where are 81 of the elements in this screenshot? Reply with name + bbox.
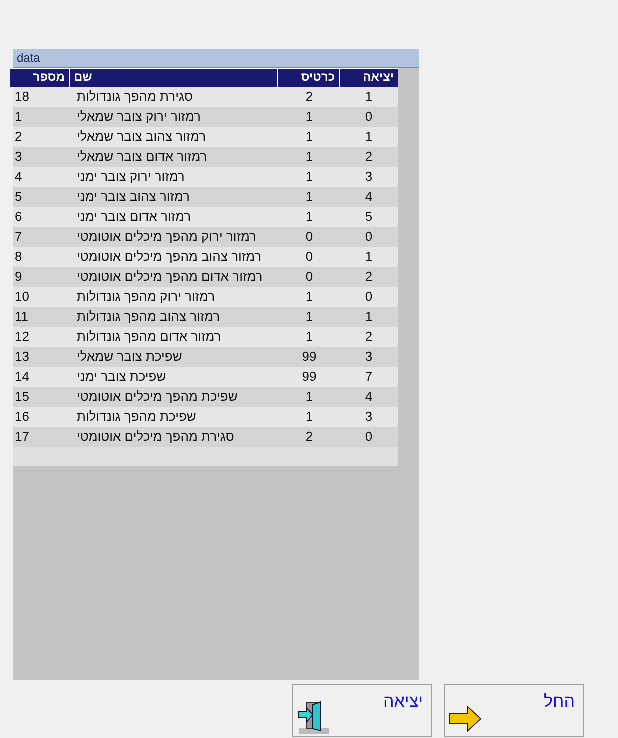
table-cell: שפיכת מהפך גונדולות [77,409,196,424]
table-cell: 4 [15,169,22,184]
table-cell: 0 [365,289,373,304]
table-cell: 10 [15,289,30,304]
table-cell: 3 [365,409,373,424]
table-cell: 1 [15,109,22,124]
table-cell: 1 [365,249,373,264]
table-cell: 3 [365,169,373,184]
table-cell: 1 [306,329,314,344]
table-cell: 1 [306,149,314,164]
table-cell: 2 [365,269,373,284]
table-cell: רמזור אדום צובר ימני [77,209,192,224]
table-cell: רמזור ירוק צובר שמאלי [77,109,201,124]
table-cell: 1 [306,389,314,404]
table-cell: 5 [15,189,22,204]
table-cell: 2 [15,129,22,144]
table-cell: 2 [306,429,314,444]
table-cell: 99 [302,349,317,364]
column-header[interactable]: מספר [10,69,69,87]
table-cell: רמזור אדום מהפך מיכלים אוטומטי [77,269,263,284]
table-cell: רמזור ירוק צובר ימני [77,169,185,184]
table-cell: רמזור צהוב צובר ימני [77,189,190,204]
table-cell: 6 [15,209,22,224]
table-cell: סגירת מהפך מיכלים אוטומטי [77,429,234,444]
table-cell: שפיכת צובר שמאלי [77,349,182,364]
table-cell: רמזור צהוב מהפך מיכלים אוטומטי [77,249,262,264]
table-cell: 12 [15,329,30,344]
table-cell: 3 [15,149,22,164]
table-cell: 1 [306,409,314,424]
panel-title: data [17,50,40,67]
table-cell: 18 [15,89,30,104]
table-cell: שפיכת צובר ימני [77,369,166,384]
table-cell: 1 [306,309,314,324]
exit-button[interactable]: יציאה [292,684,432,737]
table-cell: רמזור צהוב צובר שמאלי [77,129,206,144]
table-cell: 1 [365,129,373,144]
table-cell: 1 [306,289,314,304]
table-cell: רמזור ירוק מהפך מיכלים אוטומטי [77,229,256,244]
table-cell: 16 [15,409,30,424]
table-cell: 1 [306,209,314,224]
table-cell: 99 [302,369,317,384]
table-cell: 2 [365,149,373,164]
table-cell: 1 [365,309,373,324]
table-cell: 0 [306,229,314,244]
apply-button[interactable]: החל [444,684,584,737]
table-cell: 3 [365,349,373,364]
table-cell: 4 [365,189,373,204]
table-cell: 14 [15,369,30,384]
table-cell: 2 [306,89,314,104]
table-cell: 9 [15,269,22,284]
table-cell: סגירת מהפך גונדולות [77,89,193,104]
table-cell: 1 [306,189,314,204]
table-cell: רמזור ירוק מהפך גונדולות [77,289,216,304]
table-cell: 17 [15,429,30,444]
table-cell: 7 [15,229,22,244]
table-cell: רמזור צהוב מהפך גונדולות [77,309,220,324]
table-cell: רמזור אדום מהפך גונדולות [77,329,222,344]
table-cell: 0 [365,429,373,444]
door-icon [297,699,331,735]
column-header[interactable]: יציאה [340,69,398,87]
table-cell: 0 [365,229,373,244]
table-cell: 5 [365,209,373,224]
table-cell: שפיכת מהפך מיכלים אוטומטי [77,389,238,404]
column-header[interactable]: שם [70,69,277,87]
table-cell: 7 [365,369,373,384]
table-cell: 13 [15,349,30,364]
table-cell: רמזור אדום צובר שמאלי [77,149,208,164]
table-cell: 1 [365,89,373,104]
table-cell: 1 [306,169,314,184]
column-header[interactable]: כרטיס [278,69,339,87]
table-cell: 15 [15,389,30,404]
table-cell: 0 [365,109,373,124]
table-cell: 11 [15,309,28,324]
table-cell: 0 [306,249,314,264]
table-cell: 0 [306,269,314,284]
table-cell: 4 [365,389,373,404]
table-cell: 8 [15,249,22,264]
table-cell: 1 [306,109,314,124]
arrow-icon [449,706,483,732]
table-cell: 1 [306,129,314,144]
table-cell: 2 [365,329,373,344]
